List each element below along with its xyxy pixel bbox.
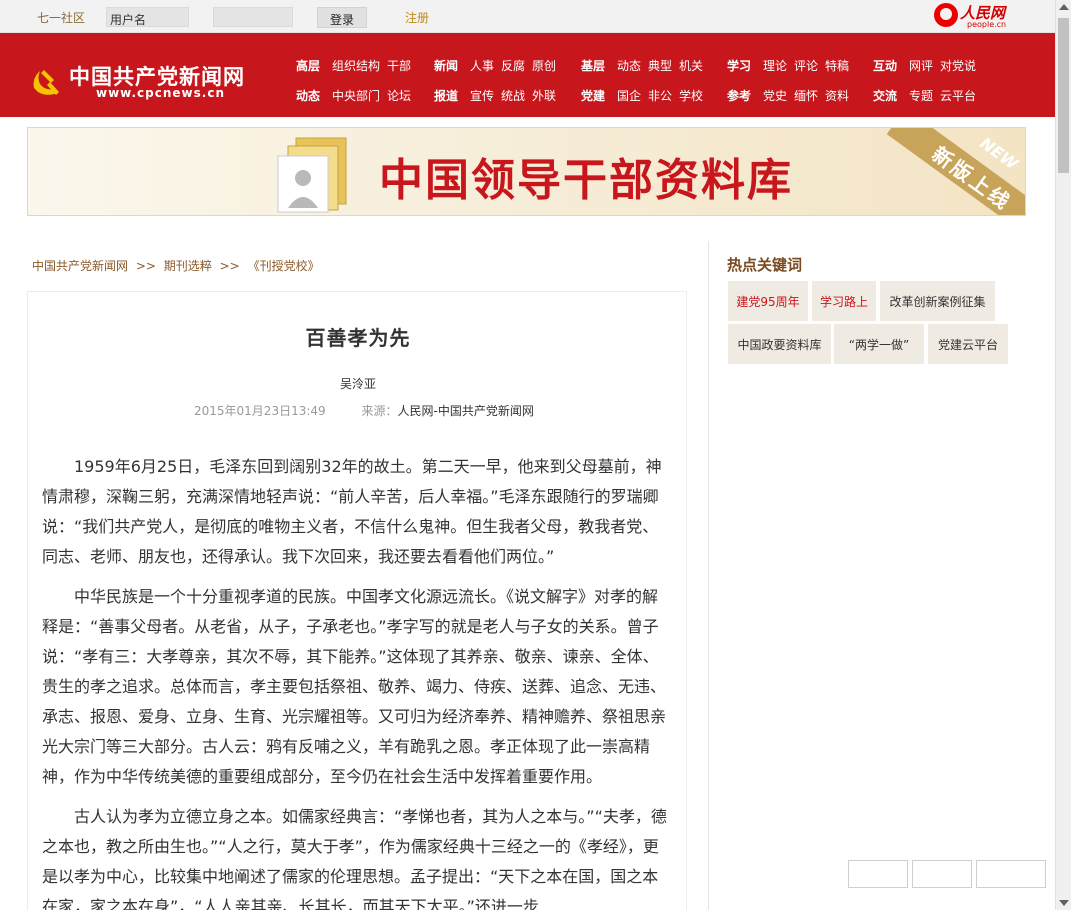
article-title: 百善孝为先 — [305, 326, 411, 350]
promo-banner[interactable]: 中国领导干部资料库 新版上线 NEW — [27, 127, 1026, 216]
party-emblem-icon — [33, 70, 59, 95]
nav-group-4: 学习 理论 评论 特稿 参考 党史 缅怀 资料 — [727, 57, 856, 117]
community-link[interactable]: 七一社区 — [37, 9, 85, 26]
nav-key[interactable]: 互动 — [873, 57, 897, 74]
nav-link[interactable]: 对党说 — [940, 57, 976, 74]
nav-key[interactable]: 党建 — [581, 87, 605, 104]
breadcrumb: 中国共产党新闻网 >> 期刊选粹 >> 《刊授党校》 — [32, 257, 320, 274]
nav-link[interactable]: 机关 — [679, 57, 703, 74]
nav-link[interactable]: 人事 — [470, 57, 494, 74]
top-bar: 七一社区 用户名 登录 注册 人民网 people.cn — [0, 0, 1055, 33]
keyword-tag[interactable]: “两学一做” — [834, 324, 924, 364]
nav-link[interactable]: 国企 — [617, 87, 641, 104]
nav-key[interactable]: 交流 — [873, 87, 897, 104]
article-body: 1959年6月25日，毛泽东回到阔别32年的故土。第二天一早，他来到父母墓前，神… — [42, 452, 672, 910]
keyword-tag[interactable]: 中国政要资料库 — [728, 324, 831, 364]
article-source-label: 来源： — [361, 404, 398, 418]
article: 百善孝为先 吴泠亚 2015年01月23日13:49 来源：人民网-中国共产党新… — [27, 291, 687, 910]
nav-link[interactable]: 原创 — [532, 57, 556, 74]
breadcrumb-item-home[interactable]: 中国共产党新闻网 — [32, 259, 128, 273]
nav-link[interactable]: 理论 — [763, 57, 787, 74]
vertical-scrollbar[interactable] — [1055, 0, 1071, 910]
people-logo[interactable]: 人民网 people.cn — [934, 2, 1014, 30]
nav-key[interactable]: 参考 — [727, 87, 751, 104]
keyword-tag[interactable]: 党建云平台 — [928, 324, 1008, 364]
nav-key[interactable]: 报道 — [434, 87, 458, 104]
nav-key[interactable]: 动态 — [296, 87, 320, 104]
username-input[interactable]: 用户名 — [106, 7, 189, 27]
nav-link[interactable]: 网评 — [909, 57, 933, 74]
article-paragraph: 1959年6月25日，毛泽东回到阔别32年的故土。第二天一早，他来到父母墓前，神… — [42, 457, 662, 566]
widget-segment[interactable] — [912, 860, 972, 888]
nav-link[interactable]: 缅怀 — [794, 87, 818, 104]
nav-key[interactable]: 高层 — [296, 57, 320, 74]
nav-link[interactable]: 统战 — [501, 87, 525, 104]
nav-group-1: 高层 组织结构 干部 动态 中央部门 论坛 — [296, 57, 418, 117]
column-divider — [708, 241, 709, 910]
banner-title: 中国领导干部资料库 — [379, 155, 793, 206]
nav-link[interactable]: 干部 — [387, 57, 411, 74]
scroll-down-icon[interactable] — [1059, 900, 1069, 906]
nav-link[interactable]: 非公 — [648, 87, 672, 104]
keyword-tag[interactable]: 改革创新案例征集 — [880, 281, 995, 321]
nav-link[interactable]: 特稿 — [825, 57, 849, 74]
nav-key[interactable]: 基层 — [581, 57, 605, 74]
breadcrumb-item-journals[interactable]: 期刊选粹 — [164, 259, 212, 273]
article-author: 吴泠亚 — [339, 377, 376, 391]
widget-segment[interactable] — [848, 860, 908, 888]
nav-key[interactable]: 学习 — [727, 57, 751, 74]
nav-link[interactable]: 党史 — [763, 87, 787, 104]
hot-keywords-title: 热点关键词 — [727, 256, 803, 274]
nav-link[interactable]: 评论 — [794, 57, 818, 74]
site-brand-en: www.cpcnews.cn — [96, 86, 225, 100]
article-paragraph: 古人认为孝为立德立身之本。如儒家经典言：“孝悌也者，其为人之本与。”“夫孝，德之… — [42, 807, 667, 910]
nav-link[interactable]: 动态 — [617, 57, 641, 74]
people-logo-icon — [934, 3, 958, 27]
register-link[interactable]: 注册 — [405, 9, 429, 26]
banner-ribbon: 新版上线 — [886, 128, 1025, 215]
nav-link[interactable]: 外联 — [532, 87, 556, 104]
nav-link[interactable]: 典型 — [648, 57, 672, 74]
nav-group-3: 基层 动态 典型 机关 党建 国企 非公 学校 — [581, 57, 710, 117]
nav-link[interactable]: 宣传 — [470, 87, 494, 104]
breadcrumb-item-party-school[interactable]: 《刊授党校》 — [248, 259, 320, 273]
article-meta: 2015年01月23日13:49 来源：人民网-中国共产党新闻网 — [194, 402, 534, 419]
article-source[interactable]: 人民网-中国共产党新闻网 — [398, 404, 534, 418]
nav-link[interactable]: 学校 — [679, 87, 703, 104]
nav-group-5: 互动 网评 对党说 交流 专题 云平台 — [873, 57, 983, 117]
nav-link[interactable]: 组织结构 — [332, 57, 380, 74]
nav-link[interactable]: 反腐 — [501, 57, 525, 74]
nav-link[interactable]: 中央部门 — [332, 87, 380, 104]
article-datetime: 2015年01月23日13:49 — [194, 404, 326, 418]
nav-link[interactable]: 云平台 — [940, 87, 976, 104]
article-paragraph: 中华民族是一个十分重视孝道的民族。中国孝文化源远流长。《说文解字》对孝的解释是：… — [42, 587, 667, 786]
breadcrumb-separator: >> — [135, 259, 156, 273]
site-header: 中国共产党新闻网 www.cpcnews.cn 高层 组织结构 干部 动态 中央部门论… — [0, 33, 1055, 117]
keyword-tag[interactable]: 建党95周年 — [728, 281, 808, 321]
nav-link[interactable]: 资料 — [825, 87, 849, 104]
scroll-thumb[interactable] — [1058, 18, 1069, 173]
scroll-up-icon[interactable] — [1059, 4, 1069, 10]
widget-segment[interactable] — [976, 860, 1046, 888]
nav-link[interactable]: 论坛 — [387, 87, 411, 104]
breadcrumb-separator: >> — [219, 259, 240, 273]
main-nav: 高层 组织结构 干部 动态 中央部门 论坛 新闻 人事 反腐 原创 报道 宣传 统战 外联 基层 动态… — [296, 57, 996, 103]
nav-key[interactable]: 新闻 — [434, 57, 458, 74]
nav-group-2: 新闻 人事 反腐 原创 报道 宣传 统战 外联 — [434, 57, 563, 117]
floating-share-widget[interactable] — [848, 860, 1048, 888]
people-logo-en: people.cn — [967, 20, 1007, 29]
nav-link[interactable]: 专题 — [909, 87, 933, 104]
login-button[interactable]: 登录 — [317, 7, 367, 28]
password-input[interactable] — [213, 7, 293, 27]
folder-portrait-icon — [277, 137, 347, 213]
keyword-tag[interactable]: 学习路上 — [812, 281, 876, 321]
